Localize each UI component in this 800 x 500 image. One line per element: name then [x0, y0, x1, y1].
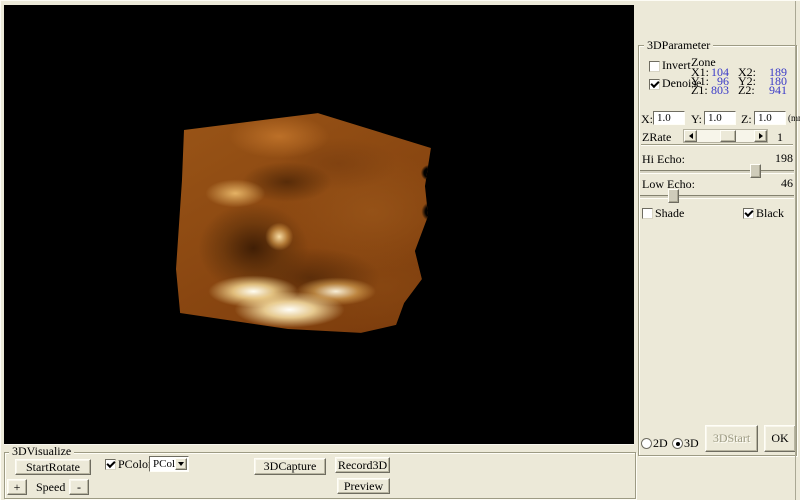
zone-z2-label: Z2: — [738, 85, 755, 96]
checkmark-icon — [744, 208, 753, 217]
scale-z-label: Z: — [741, 114, 752, 125]
zrate-label: ZRate — [642, 132, 671, 143]
speed-minus-button[interactable]: - — [69, 479, 89, 495]
zrate-value: 1 — [777, 132, 783, 143]
black-checkbox[interactable] — [743, 208, 754, 219]
pcolor-combobox[interactable]: PColor — [149, 456, 189, 472]
mode-2d-radio[interactable] — [641, 438, 652, 449]
checkmark-icon — [106, 459, 115, 468]
zone-z2-value: 941 — [759, 85, 787, 96]
radio-dot-icon — [676, 442, 680, 446]
pcolor-checkbox[interactable] — [105, 459, 116, 470]
hi-echo-label: Hi Echo: — [642, 154, 685, 165]
zrate-scrollbar[interactable] — [683, 129, 768, 143]
pcolor-label: PColor — [118, 459, 152, 470]
mode-2d-label: 2D — [653, 438, 668, 449]
hi-echo-value: 198 — [759, 153, 793, 164]
preview-button[interactable]: Preview — [337, 478, 390, 494]
scale-unit-label: (mm/p) — [788, 113, 800, 124]
start-rotate-button[interactable]: StartRotate — [15, 459, 91, 475]
ok-button[interactable]: OK — [764, 425, 796, 452]
scale-x-label: X: — [641, 114, 653, 125]
3dvisualize-groupbox: 3DVisualize StartRotate + Speed - PColor… — [4, 452, 636, 499]
mode-3d-label: 3D — [684, 438, 699, 449]
zrate-scrollbar-thumb[interactable] — [720, 130, 736, 142]
separator — [641, 144, 793, 146]
low-echo-value: 46 — [763, 178, 793, 189]
app-window: 3DParameter Invert Denoise Zone X1: 104 … — [0, 0, 800, 500]
3dparameter-group-title: 3DParameter — [644, 40, 713, 51]
mode-3d-radio[interactable] — [672, 438, 683, 449]
3d-viewport[interactable] — [4, 5, 634, 445]
shade-checkbox[interactable] — [642, 208, 653, 219]
3dvisualize-group-title: 3DVisualize — [9, 446, 74, 457]
record3d-button[interactable]: Record3D — [335, 457, 390, 473]
low-echo-slider-track[interactable] — [640, 195, 794, 199]
3dcapture-button[interactable]: 3DCapture — [254, 458, 326, 475]
invert-label: Invert — [662, 60, 691, 71]
scrollbar-right-arrow-icon[interactable] — [754, 130, 767, 142]
ultrasound-volume-render — [176, 109, 434, 337]
chevron-down-icon[interactable] — [175, 458, 187, 470]
scale-z-input[interactable]: 1.0 — [754, 111, 786, 125]
scale-y-label: Y: — [691, 114, 702, 125]
speed-label: Speed — [36, 482, 65, 493]
denoise-checkbox[interactable] — [649, 79, 660, 90]
checkmark-icon — [650, 79, 659, 88]
parameter-panel: 3DParameter Invert Denoise Zone X1: 104 … — [635, 1, 800, 500]
invert-checkbox[interactable] — [649, 61, 660, 72]
3dparameter-groupbox: 3DParameter Invert Denoise Zone X1: 104 … — [638, 45, 797, 456]
scrollbar-left-arrow-icon[interactable] — [684, 130, 697, 142]
hi-echo-slider-track[interactable] — [640, 170, 794, 174]
panel-edge-line — [795, 1, 796, 500]
scale-x-input[interactable]: 1.0 — [653, 111, 685, 125]
black-label: Black — [756, 208, 784, 219]
3dstart-button[interactable]: 3DStart — [705, 425, 758, 452]
zone-z1-value: 803 — [703, 85, 729, 96]
low-echo-slider-thumb[interactable] — [668, 189, 679, 203]
scale-y-input[interactable]: 1.0 — [704, 111, 736, 125]
shade-label: Shade — [655, 208, 684, 219]
speed-plus-button[interactable]: + — [7, 479, 27, 495]
hi-echo-slider-thumb[interactable] — [750, 164, 761, 178]
